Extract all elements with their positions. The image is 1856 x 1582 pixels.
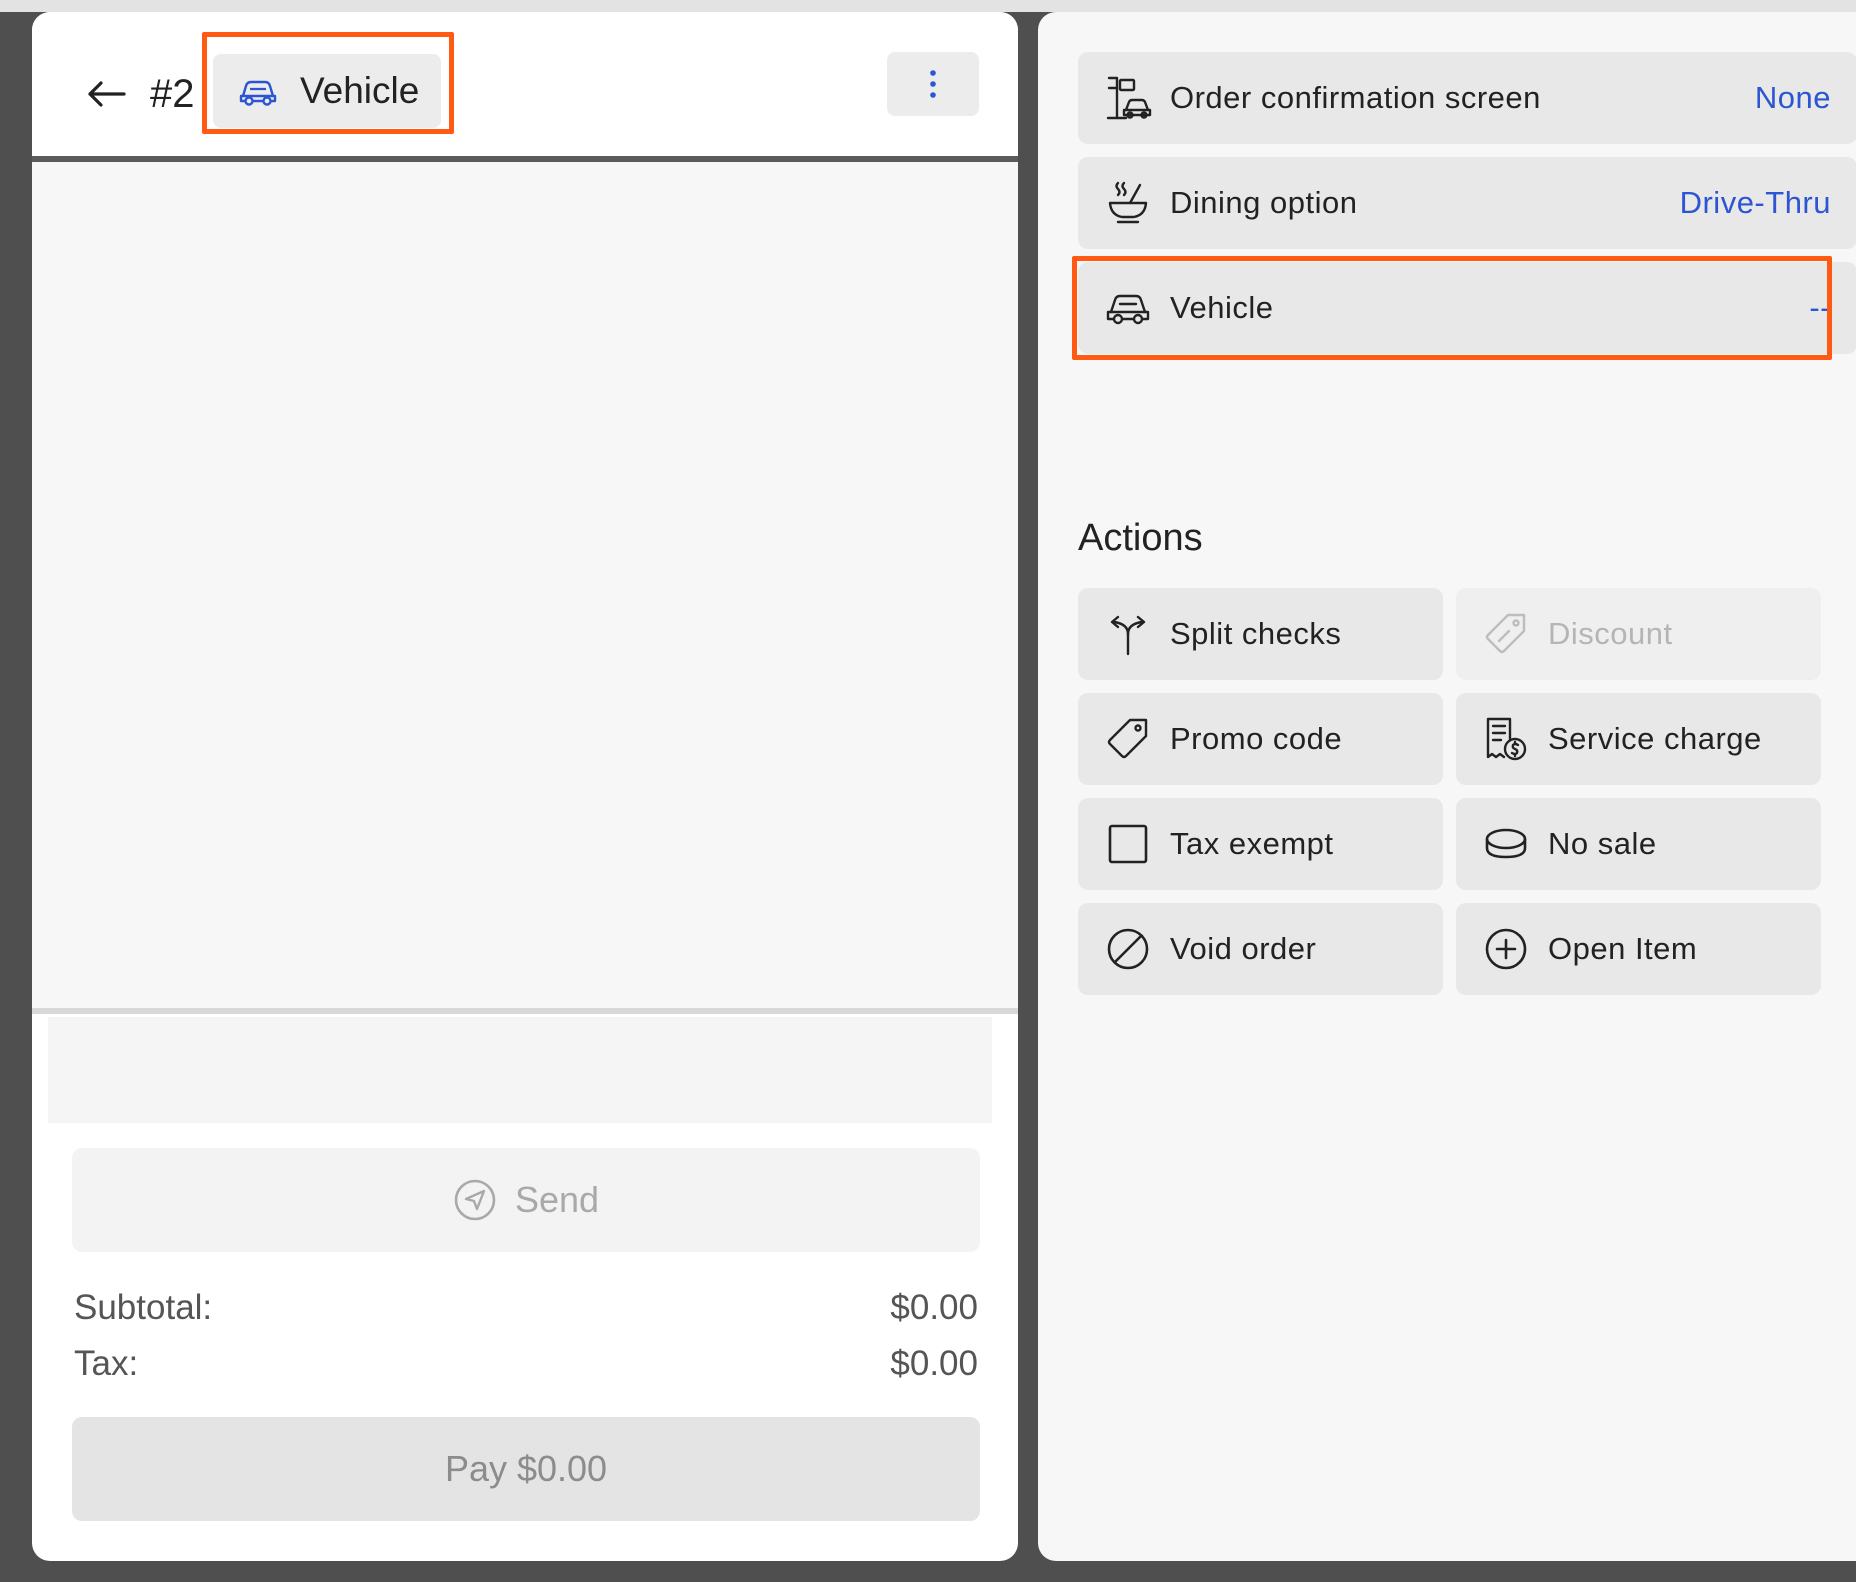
open-item-label: Open Item: [1548, 931, 1698, 966]
tax-row: Tax: $0.00: [74, 1342, 978, 1386]
drive-thru-screen-icon: [1104, 74, 1152, 122]
back-button[interactable]: [76, 64, 136, 124]
split-checks-button[interactable]: Split checks: [1078, 588, 1443, 680]
order-confirmation-screen-value: None: [1754, 80, 1831, 115]
no-sale-button[interactable]: No sale: [1456, 798, 1821, 890]
promo-code-label: Promo code: [1170, 721, 1343, 756]
send-label: Send: [514, 1179, 600, 1220]
checkbox-icon[interactable]: [1104, 820, 1152, 868]
receipt-dollar-icon: [1482, 715, 1530, 763]
cash-drawer-icon: [1482, 820, 1530, 868]
dining-bowl-icon: [1104, 179, 1152, 227]
actions-heading: Actions: [1078, 517, 1203, 559]
order-confirmation-screen-row[interactable]: Order confirmation screen None: [1078, 52, 1856, 144]
tax-exempt-label: Tax exempt: [1170, 826, 1334, 861]
subtotal-row: Subtotal: $0.00: [74, 1286, 978, 1330]
plus-circle-icon: [1482, 925, 1530, 973]
service-charge-label: Service charge: [1548, 721, 1762, 756]
discount-tag-icon: [1482, 610, 1530, 658]
void-order-button[interactable]: Void order: [1078, 903, 1443, 995]
subtotal-label: Subtotal:: [74, 1288, 213, 1327]
vehicle-label: Vehicle: [1170, 290, 1274, 325]
more-options-button[interactable]: [887, 52, 979, 116]
vehicle-chip[interactable]: Vehicle: [213, 54, 441, 128]
order-number: #2: [150, 72, 195, 116]
split-checks-label: Split checks: [1170, 616, 1342, 651]
tax-value: $0.00: [890, 1344, 978, 1383]
top-strip: [0, 0, 1856, 12]
send-icon: [453, 1178, 497, 1222]
order-details-panel: Order confirmation screen None Dining op…: [1038, 12, 1856, 1561]
vehicle-chip-label: Vehicle: [300, 70, 420, 111]
no-sale-label: No sale: [1548, 826, 1657, 861]
vehicle-value: --: [1809, 290, 1831, 325]
dining-option-label: Dining option: [1170, 185, 1358, 220]
pay-button[interactable]: Pay $0.00: [72, 1417, 980, 1521]
order-items-list[interactable]: [32, 162, 1018, 1010]
discount-button[interactable]: Discount: [1456, 588, 1821, 680]
tag-icon: [1104, 715, 1152, 763]
tax-exempt-button[interactable]: Tax exempt: [1078, 798, 1443, 890]
void-circle-icon: [1104, 925, 1152, 973]
order-notes-area: [48, 1017, 992, 1123]
service-charge-button[interactable]: Service charge: [1456, 693, 1821, 785]
arrow-left-icon: [86, 79, 126, 109]
pay-label: Pay $0.00: [444, 1448, 608, 1489]
order-confirmation-screen-label: Order confirmation screen: [1170, 80, 1541, 115]
promo-code-button[interactable]: Promo code: [1078, 693, 1443, 785]
split-arrows-icon: [1104, 610, 1152, 658]
subtotal-value: $0.00: [890, 1288, 978, 1327]
tax-label: Tax:: [74, 1344, 139, 1383]
car-icon: [1104, 284, 1152, 332]
vehicle-row[interactable]: Vehicle --: [1078, 262, 1856, 354]
dining-option-value: Drive-Thru: [1679, 185, 1831, 220]
discount-label: Discount: [1548, 616, 1673, 651]
order-header: #2 Vehicle: [32, 12, 1018, 158]
send-button[interactable]: Send: [72, 1148, 980, 1252]
order-divider: [32, 1008, 1018, 1014]
more-vertical-icon: [928, 68, 938, 100]
void-order-label: Void order: [1170, 931, 1317, 966]
open-item-button[interactable]: Open Item: [1456, 903, 1821, 995]
dining-option-row[interactable]: Dining option Drive-Thru: [1078, 157, 1856, 249]
car-icon: [238, 74, 278, 108]
order-panel: #2 Vehicle Send Subtotal: $0.00 Tax: $0.…: [32, 12, 1018, 1561]
